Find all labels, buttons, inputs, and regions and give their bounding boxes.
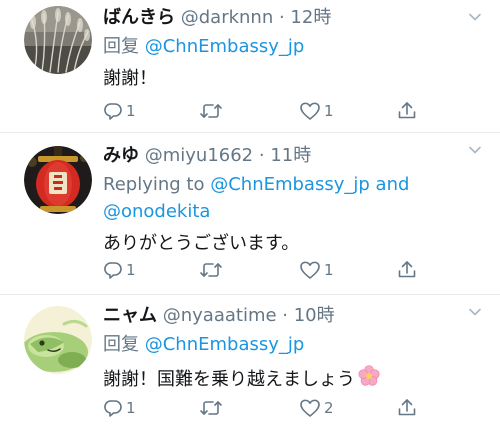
timestamp[interactable]: 10時 <box>294 305 335 326</box>
action-bar: 1 1 <box>103 257 433 283</box>
reply-count: 1 <box>126 102 136 120</box>
retweet-button[interactable] <box>199 395 226 421</box>
avatar[interactable] <box>24 6 92 74</box>
separator-dot: · <box>253 145 271 166</box>
timestamp[interactable]: 11時 <box>270 145 311 166</box>
share-upload-icon <box>398 102 416 119</box>
action-bar: 1 2 <box>103 395 433 421</box>
reply-bubble-icon <box>104 103 122 120</box>
reply-and: and <box>375 174 410 195</box>
mention-link-2[interactable]: @onodekita <box>103 201 210 222</box>
mention-link[interactable]: @ChnEmbassy_jp <box>210 174 370 195</box>
separator-dot: · <box>276 305 294 326</box>
display-name[interactable]: ばんきら <box>103 7 175 28</box>
chevron-down-icon[interactable] <box>468 10 482 24</box>
share-button[interactable] <box>397 98 417 124</box>
user-handle[interactable]: @miyu1662 <box>145 145 253 166</box>
tweet-text: ありがとうございます。 <box>103 233 300 254</box>
replying-to: 回复 @ChnEmbassy_jp <box>103 331 484 358</box>
share-upload-icon <box>398 261 416 278</box>
tweet-card[interactable]: みゆ @miyu1662 · 11時 Replying to @ChnEmbas… <box>0 133 500 295</box>
reply-bubble-icon <box>104 400 122 417</box>
tweet-header: ばんきら @darknnn · 12時 <box>103 5 484 31</box>
like-count: 1 <box>324 261 334 279</box>
avatar-green-cartoon <box>24 306 92 374</box>
tweet-content: みゆ @miyu1662 · 11時 Replying to @ChnEmbas… <box>103 143 484 257</box>
like-count: 1 <box>324 102 334 120</box>
tweet-text: 謝謝！ <box>103 68 157 89</box>
tweet-header: ニャム @nyaaatime · 10時 <box>103 303 484 329</box>
avatar-dried-grass-photo <box>24 6 92 74</box>
like-button[interactable]: 1 <box>299 257 334 283</box>
tweet-card[interactable]: ばんきら @darknnn · 12時 回复 @ChnEmbassy_jp 謝謝… <box>0 0 500 133</box>
heart-icon <box>300 399 320 417</box>
tweet-header: みゆ @miyu1662 · 11時 <box>103 143 484 169</box>
like-count: 2 <box>324 399 334 417</box>
reply-bubble-icon <box>104 262 122 279</box>
reply-button[interactable]: 1 <box>103 257 136 283</box>
avatar[interactable] <box>24 306 92 374</box>
reply-count: 1 <box>126 399 136 417</box>
like-button[interactable]: 2 <box>299 395 334 421</box>
display-name[interactable]: みゆ <box>103 145 139 166</box>
retweet-icon <box>200 104 222 118</box>
replying-to: Replying to @ChnEmbassy_jp and @onodekit… <box>103 171 484 225</box>
action-bar: 1 1 <box>103 98 433 124</box>
retweet-icon <box>200 401 222 415</box>
share-button[interactable] <box>397 395 417 421</box>
avatar[interactable] <box>24 146 92 214</box>
avatar-red-lantern-photo <box>24 146 92 214</box>
reply-button[interactable]: 1 <box>103 395 136 421</box>
share-button[interactable] <box>397 257 417 283</box>
share-upload-icon <box>398 399 416 416</box>
user-handle[interactable]: @nyaaatime <box>163 305 277 326</box>
reply-button[interactable]: 1 <box>103 98 136 124</box>
reply-prefix: 回复 <box>103 334 139 355</box>
chevron-down-icon[interactable] <box>468 305 482 319</box>
retweet-button[interactable] <box>199 257 226 283</box>
timestamp[interactable]: 12時 <box>290 7 331 28</box>
reply-prefix: 回复 <box>103 36 139 57</box>
mention-link[interactable]: @ChnEmbassy_jp <box>145 36 305 57</box>
chevron-down-icon[interactable] <box>468 143 482 157</box>
mention-link[interactable]: @ChnEmbassy_jp <box>145 334 305 355</box>
heart-icon <box>300 102 320 120</box>
like-button[interactable]: 1 <box>299 98 334 124</box>
tweet-text: 謝謝！国難を乗り越えましょう <box>103 369 355 390</box>
reply-count: 1 <box>126 261 136 279</box>
separator-dot: · <box>273 7 291 28</box>
tweet-text-line: 謝謝！国難を乗り越えましょう <box>103 364 484 393</box>
replying-to: 回复 @ChnEmbassy_jp <box>103 33 484 60</box>
user-handle[interactable]: @darknnn <box>181 7 274 28</box>
tweet-content: ばんきら @darknnn · 12時 回复 @ChnEmbassy_jp 謝謝… <box>103 5 484 92</box>
heart-icon <box>300 261 320 279</box>
tweet-card[interactable]: ニャム @nyaaatime · 10時 回复 @ChnEmbassy_jp 謝… <box>0 295 500 429</box>
reply-prefix: Replying to <box>103 174 205 195</box>
retweet-icon <box>200 263 222 277</box>
display-name[interactable]: ニャム <box>103 305 157 326</box>
tweet-content: ニャム @nyaaatime · 10時 回复 @ChnEmbassy_jp 謝… <box>103 303 484 393</box>
retweet-button[interactable] <box>199 98 226 124</box>
cherry-blossom-icon <box>358 365 380 386</box>
